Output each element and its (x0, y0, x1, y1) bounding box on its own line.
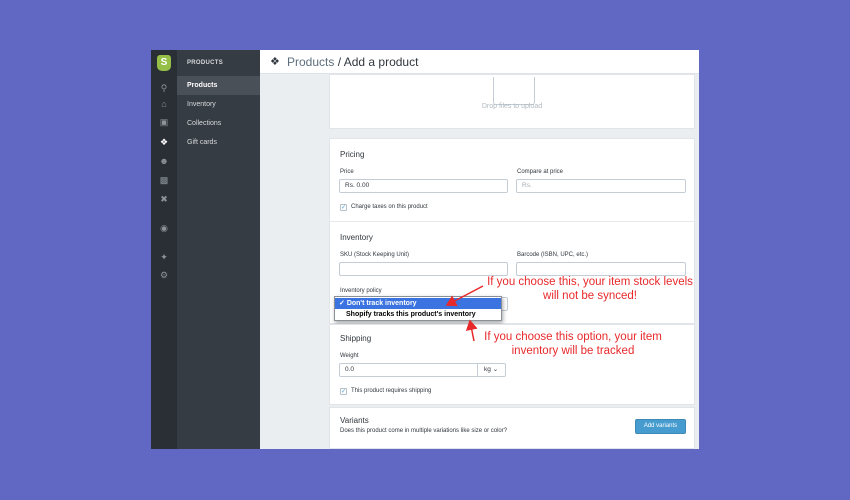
subnav-item-collections[interactable]: Collections (177, 114, 260, 133)
shopify-logo-icon[interactable]: S (157, 55, 171, 71)
annotation-dont-track-line2: will not be synced! (543, 290, 637, 302)
variants-description: Does this product come in multiple varia… (340, 428, 508, 434)
orders-icon[interactable]: ▣ (151, 116, 177, 128)
apps-icon[interactable]: ✦ (151, 251, 177, 263)
page-title: Add a product (343, 55, 419, 69)
compare-price-input[interactable]: Rs. (516, 179, 686, 193)
image-placeholder-icon (493, 77, 535, 105)
compare-price-label: Compare at price (517, 169, 564, 175)
drop-files-text[interactable]: Drop files to upload (330, 103, 694, 110)
option-shopify-tracks-inventory[interactable]: Shopify tracks this product's inventory (335, 309, 501, 320)
option-label: Don't track inventory (346, 300, 417, 307)
weight-input[interactable]: 0.0 (339, 363, 478, 377)
breadcrumb: Products / Add a product (287, 55, 418, 69)
requires-shipping-label: This product requires shipping (351, 388, 432, 394)
inventory-title: Inventory (340, 233, 373, 242)
annotation-dont-track: If you choose this, your item stock leve… (470, 275, 710, 303)
tag-icon: ❖ (270, 56, 280, 68)
discounts-icon[interactable]: ✖ (151, 193, 177, 205)
inventory-policy-label: Inventory policy (340, 288, 382, 294)
icon-rail: S ⚲ ⌂ ▣ ❖ ☻ ▩ ✖ ◉ ✦ ⚙ (151, 50, 177, 449)
products-tag-icon[interactable]: ❖ (151, 136, 177, 148)
variants-card: Variants Does this product come in multi… (329, 407, 695, 449)
charge-taxes-checkbox[interactable]: ✓ (340, 204, 347, 211)
home-icon[interactable]: ⌂ (151, 98, 177, 110)
subnav-item-gift-cards[interactable]: Gift cards (177, 133, 260, 152)
shopify-admin-window: S ⚲ ⌂ ▣ ❖ ☻ ▩ ✖ ◉ ✦ ⚙ PRODUCTS Products … (151, 50, 699, 449)
annotation-shopify-tracks-line2: inventory will be tracked (511, 345, 635, 357)
section-divider (330, 221, 694, 222)
sales-channel-icon[interactable]: ◉ (151, 222, 177, 234)
barcode-input[interactable] (516, 262, 686, 276)
images-card: Drop files to upload (329, 74, 695, 129)
breadcrumb-separator: / (334, 55, 344, 69)
weight-unit-value: kg (484, 366, 491, 373)
subnav-title: PRODUCTS (187, 60, 224, 66)
reports-icon[interactable]: ▩ (151, 174, 177, 186)
shipping-title: Shipping (340, 334, 372, 343)
sku-label: SKU (Stock Keeping Unit) (340, 252, 410, 258)
annotation-shopify-tracks: If you choose this option, your item inv… (468, 330, 678, 358)
variants-title: Variants (340, 416, 369, 425)
customers-icon[interactable]: ☻ (151, 155, 177, 167)
search-icon[interactable]: ⚲ (151, 82, 177, 94)
main-content: ❖ Products / Add a product Drop files to… (260, 50, 699, 449)
sku-input[interactable] (339, 262, 508, 276)
products-subnav: PRODUCTS Products Inventory Collections … (177, 50, 260, 449)
breadcrumb-products-link[interactable]: Products (287, 55, 334, 69)
settings-icon[interactable]: ⚙ (151, 269, 177, 281)
weight-unit-select[interactable]: kg ⌄ (478, 363, 506, 377)
weight-label: Weight (340, 353, 359, 359)
subnav-item-inventory[interactable]: Inventory (177, 95, 260, 114)
charge-taxes-label: Charge taxes on this product (351, 204, 428, 210)
price-input[interactable]: Rs. 0.00 (339, 179, 508, 193)
requires-shipping-checkbox[interactable]: ✓ (340, 388, 347, 395)
annotation-shopify-tracks-line1: If you choose this option, your item (484, 331, 662, 343)
pricing-title: Pricing (340, 150, 365, 159)
annotation-dont-track-line1: If you choose this, your item stock leve… (487, 276, 693, 288)
add-variants-button[interactable]: Add variants (635, 419, 686, 434)
selected-check-icon: ✓ (339, 300, 345, 307)
barcode-label: Barcode (ISBN, UPC, etc.) (517, 252, 589, 258)
subnav-item-products[interactable]: Products (177, 76, 260, 95)
price-label: Price (340, 169, 354, 175)
chevron-down-icon: ⌄ (492, 366, 499, 373)
top-bar: ❖ Products / Add a product (260, 50, 699, 74)
